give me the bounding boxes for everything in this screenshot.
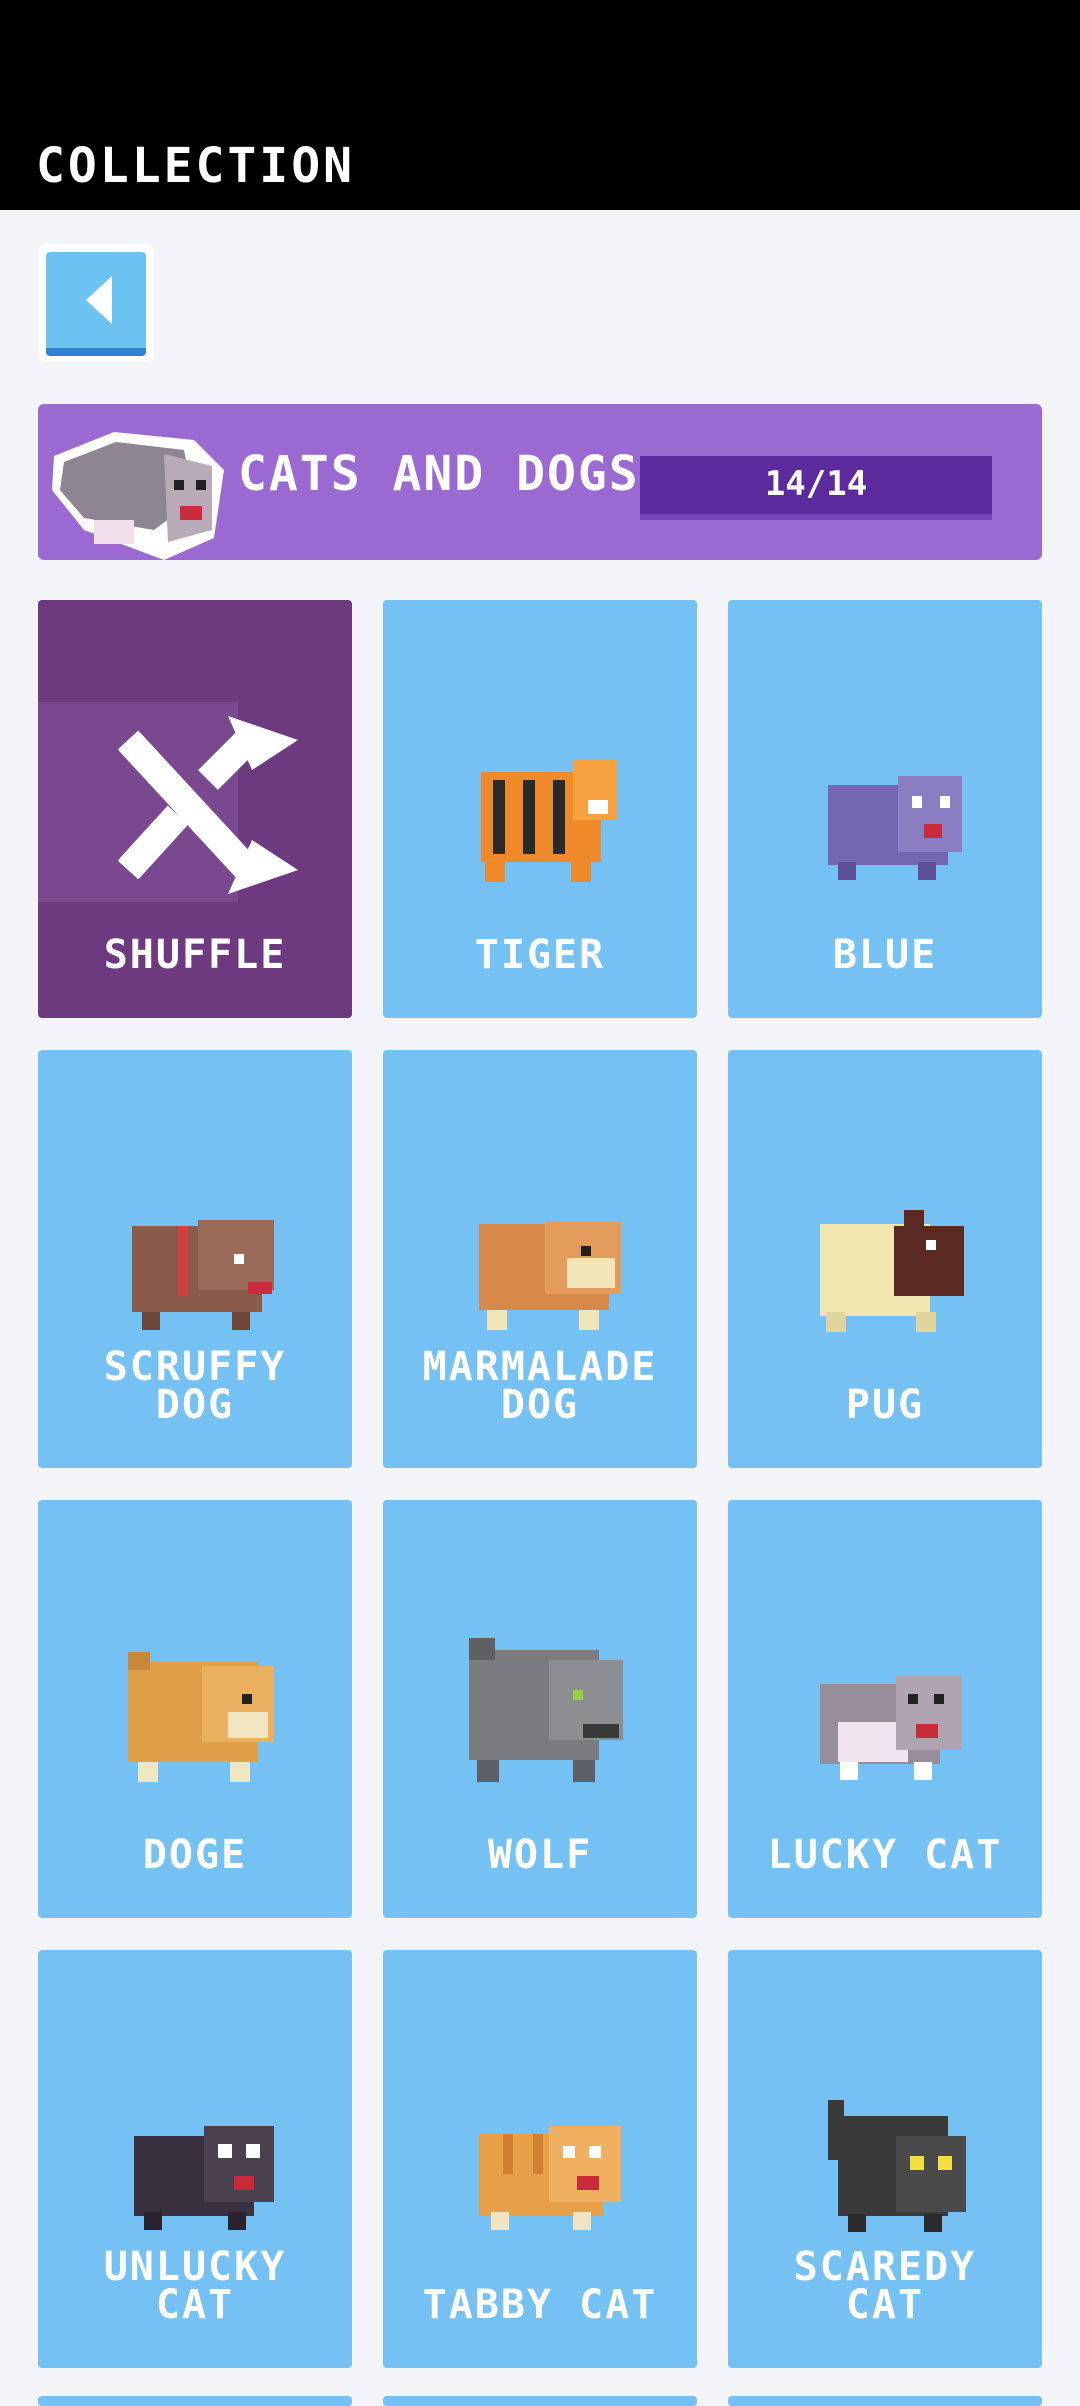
page-title: COLLECTION: [36, 138, 355, 194]
character-label: BLUE: [832, 932, 938, 978]
character-label: TABBY CAT: [422, 2282, 658, 2328]
character-card-wolf[interactable]: WOLF: [383, 1500, 697, 1918]
character-label: SHUFFLE: [103, 932, 287, 978]
collection-progress-text: 14/14: [764, 464, 868, 504]
character-card-scaredy-cat[interactable]: SCAREDY CAT: [728, 1950, 1042, 2368]
back-button-face[interactable]: [46, 252, 146, 356]
character-card-lucky-cat[interactable]: LUCKY CAT: [728, 1500, 1042, 1918]
back-button[interactable]: [38, 244, 154, 362]
character-card-pug[interactable]: PUG: [728, 1050, 1042, 1468]
collection-name: CATS AND DOGS: [238, 446, 640, 502]
character-card-doge[interactable]: DOGE: [38, 1500, 352, 1918]
character-card-unlucky-cat[interactable]: UNLUCKY CAT: [38, 1950, 352, 2368]
top-bar: COLLECTION: [0, 0, 1080, 210]
character-card-blue[interactable]: BLUE: [728, 600, 1042, 1018]
character-card-scruffy-dog[interactable]: SCRUFFY DOG: [38, 1050, 352, 1468]
character-label: WOLF: [487, 1832, 593, 1878]
character-label: SCAREDY CAT: [793, 2244, 977, 2328]
character-card-next-row[interactable]: [728, 2396, 1042, 2406]
character-label: PUG: [845, 1382, 925, 1428]
character-label: MARMALADE DOG: [422, 1344, 658, 1428]
character-label: SCRUFFY DOG: [103, 1344, 287, 1428]
character-card-tabby-cat[interactable]: TABBY CAT: [383, 1950, 697, 2368]
collection-banner: CATS AND DOGS 14/14: [38, 404, 1042, 560]
character-label: TIGER: [474, 932, 606, 978]
character-card-tiger[interactable]: TIGER: [383, 600, 697, 1018]
character-card-next-row[interactable]: [383, 2396, 697, 2406]
character-card-shuffle[interactable]: SHUFFLE: [38, 600, 352, 1018]
character-label: DOGE: [142, 1832, 248, 1878]
collection-progress: 14/14: [640, 456, 992, 520]
character-card-marmalade-dog[interactable]: MARMALADE DOG: [383, 1050, 697, 1468]
character-card-next-row[interactable]: [38, 2396, 352, 2406]
back-arrow-icon: [86, 276, 112, 324]
character-label: UNLUCKY CAT: [103, 2244, 287, 2328]
character-label: LUCKY CAT: [767, 1832, 1003, 1878]
lucky-cat-banner-icon: [52, 432, 224, 560]
